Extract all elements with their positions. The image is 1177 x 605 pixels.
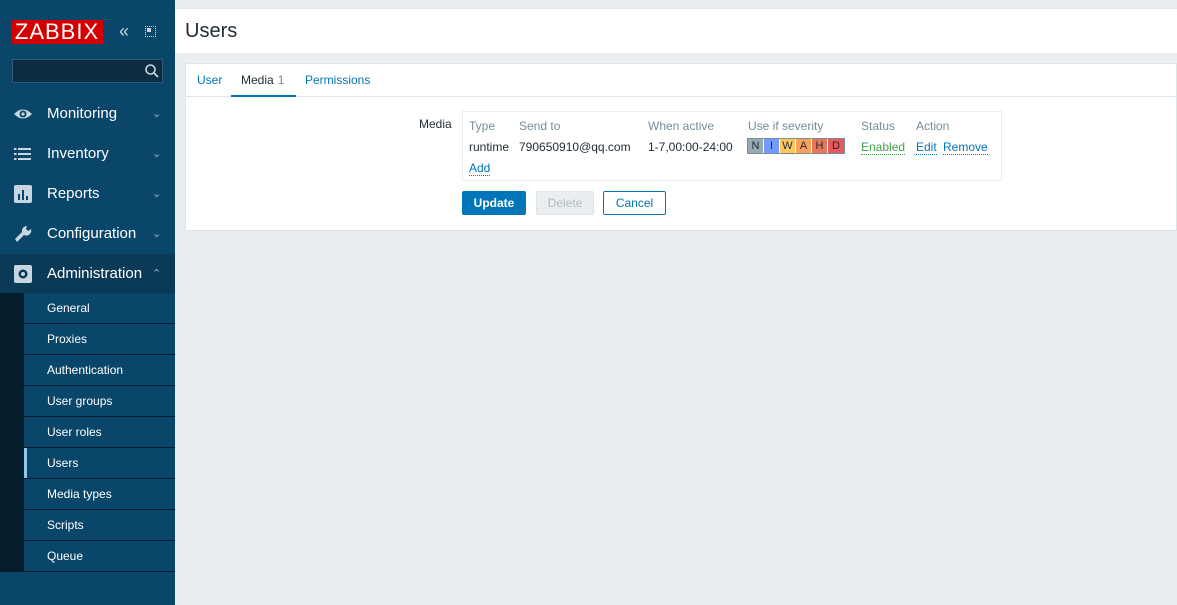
- chevron-up-icon: ⌃: [152, 268, 162, 280]
- page-title: Users: [185, 20, 238, 42]
- submenu-item-proxies[interactable]: Proxies: [24, 324, 175, 354]
- tab-media-text: Media: [241, 73, 274, 87]
- nav-monitoring[interactable]: Monitoring ⌄: [0, 94, 175, 134]
- nav-label: Reports: [47, 185, 100, 202]
- submenu-item-user-groups[interactable]: User groups: [24, 386, 175, 416]
- submenu-item-authentication[interactable]: Authentication: [24, 355, 175, 385]
- media-add-link[interactable]: Add: [469, 161, 491, 176]
- submenu-item-media-types[interactable]: Media types: [24, 479, 175, 509]
- chevron-down-icon: ⌄: [152, 148, 162, 160]
- administration-submenu: General Proxies Authentication User grou…: [0, 293, 175, 572]
- submenu-label: Media types: [47, 487, 112, 501]
- submenu-item-scripts[interactable]: Scripts: [24, 510, 175, 540]
- severity-disaster: D: [828, 139, 844, 153]
- tab-bar: User Media 1 Permissions: [186, 64, 1177, 97]
- submenu-item-queue[interactable]: Queue: [24, 541, 175, 571]
- tab-media-count: 1: [277, 73, 285, 87]
- gear-icon: [14, 265, 32, 283]
- media-table: Type Send to When active Use if severity…: [462, 111, 1002, 181]
- media-status-toggle[interactable]: Enabled: [861, 140, 906, 155]
- nav-administration[interactable]: Administration ⌃: [0, 254, 175, 294]
- severity-average: A: [796, 139, 812, 153]
- nav-label: Monitoring: [47, 105, 118, 122]
- media-edit-link[interactable]: Edit: [916, 140, 937, 155]
- submenu-label: User groups: [47, 394, 113, 408]
- delete-button: Delete: [536, 191, 594, 215]
- search-input[interactable]: [12, 59, 163, 83]
- update-button[interactable]: Update: [462, 191, 526, 215]
- nav-inventory[interactable]: Inventory ⌄: [0, 134, 175, 174]
- tab-media-label: Media 1: [241, 73, 284, 87]
- column-header-status: Status: [861, 119, 896, 133]
- media-when-active-cell: 1-7,00:00-24:00: [648, 140, 733, 154]
- tab-user[interactable]: User: [197, 73, 222, 87]
- nav-label: Administration: [47, 265, 143, 282]
- column-header-type: Type: [469, 119, 496, 133]
- top-strip: [175, 0, 1177, 8]
- user-form: User Media 1 Permissions Media Type Send …: [185, 63, 1177, 231]
- nav-label: Inventory: [47, 145, 109, 162]
- media-send-to-cell: 790650910@qq.com: [519, 140, 631, 154]
- nav-configuration[interactable]: Configuration ⌄: [0, 214, 175, 254]
- severity-not-classified: N: [748, 139, 764, 153]
- search-icon[interactable]: [144, 63, 160, 79]
- wrench-icon: [15, 225, 32, 242]
- collapse-sidebar-icon[interactable]: «: [119, 22, 133, 40]
- list-icon: [14, 148, 31, 160]
- cancel-button[interactable]: Cancel: [603, 191, 666, 215]
- sidebar: ZABBIX « Monitoring ⌄ Inventory ⌄ Report…: [0, 0, 175, 605]
- submenu-label: Queue: [47, 549, 84, 563]
- submenu-label: General: [47, 301, 90, 315]
- bar-chart-icon: [14, 185, 32, 203]
- page-header: Users: [175, 8, 1177, 53]
- column-header-send-to: Send to: [519, 119, 561, 133]
- submenu-label: Scripts: [47, 518, 84, 532]
- zabbix-logo[interactable]: ZABBIX: [11, 20, 103, 44]
- column-header-action: Action: [916, 119, 950, 133]
- submenu-label: Users: [47, 456, 79, 470]
- eye-icon: [14, 109, 32, 119]
- severity-information: I: [764, 139, 780, 153]
- submenu-label: Proxies: [47, 332, 88, 346]
- media-type-cell: runtime: [469, 140, 510, 154]
- chevron-down-icon: ⌄: [152, 228, 162, 240]
- submenu-item-user-roles[interactable]: User roles: [24, 417, 175, 447]
- media-field-label: Media: [419, 117, 452, 131]
- submenu-item-general[interactable]: General: [24, 293, 175, 323]
- submenu-label: User roles: [47, 425, 102, 439]
- severity-high: H: [812, 139, 828, 153]
- nav-reports[interactable]: Reports ⌄: [0, 174, 175, 214]
- media-remove-link[interactable]: Remove: [943, 140, 988, 155]
- column-header-when-active: When active: [648, 119, 715, 133]
- nav-label: Configuration: [47, 225, 137, 242]
- submenu-label: Authentication: [47, 363, 124, 377]
- chevron-down-icon: ⌄: [152, 108, 162, 120]
- severity-warning: W: [780, 139, 796, 153]
- tab-permissions[interactable]: Permissions: [305, 73, 370, 87]
- submenu-item-users[interactable]: Users: [24, 448, 175, 478]
- chevron-down-icon: ⌄: [152, 188, 162, 200]
- kiosk-mode-icon[interactable]: [145, 26, 156, 37]
- logo-row: ZABBIX «: [0, 0, 175, 60]
- severity-indicator: N I W A H D: [747, 138, 845, 154]
- column-header-severity: Use if severity: [748, 119, 824, 133]
- tab-media[interactable]: Media 1: [231, 64, 296, 97]
